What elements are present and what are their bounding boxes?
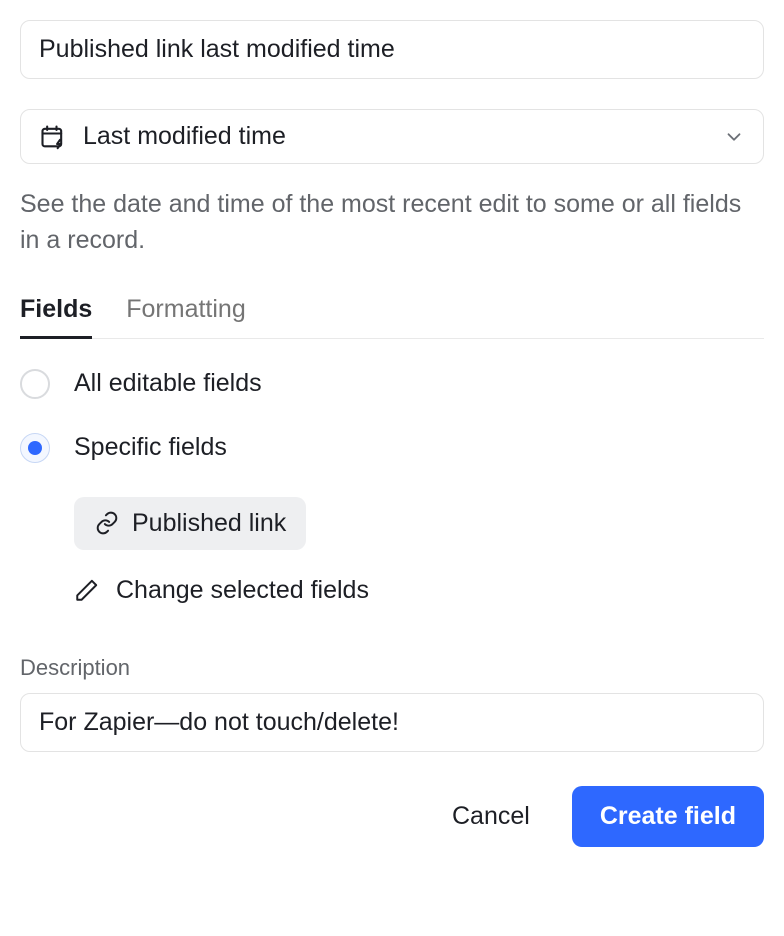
option-label: All editable fields [74, 369, 262, 398]
help-text: See the date and time of the most recent… [20, 186, 764, 259]
change-selected-fields-button[interactable]: Change selected fields [74, 576, 764, 605]
calendar-bolt-icon [39, 123, 67, 151]
field-type-select[interactable]: Last modified time [20, 109, 764, 164]
chevron-down-icon [723, 126, 745, 148]
option-specific-fields[interactable]: Specific fields [20, 433, 764, 463]
radio-icon [20, 433, 50, 463]
chip-label: Published link [132, 509, 286, 538]
selected-field-chip[interactable]: Published link [74, 497, 306, 550]
config-tabs: Fields Formatting [20, 295, 764, 339]
change-selected-fields-label: Change selected fields [116, 576, 369, 605]
link-icon [94, 510, 120, 536]
field-type-label: Last modified time [83, 122, 707, 151]
description-label: Description [20, 655, 764, 681]
fields-options: All editable fields Specific fields Publ… [20, 369, 764, 605]
option-label: Specific fields [74, 433, 227, 462]
pencil-icon [74, 577, 100, 603]
dialog-footer: Cancel Create field [20, 786, 764, 847]
cancel-button[interactable]: Cancel [448, 796, 534, 837]
option-all-editable-fields[interactable]: All editable fields [20, 369, 764, 399]
tab-fields[interactable]: Fields [20, 295, 92, 338]
radio-icon [20, 369, 50, 399]
field-config-dialog: Last modified time See the date and time… [0, 0, 784, 867]
create-field-button[interactable]: Create field [572, 786, 764, 847]
field-name-input[interactable] [20, 20, 764, 79]
tab-formatting[interactable]: Formatting [126, 295, 245, 338]
description-input[interactable] [20, 693, 764, 752]
selected-fields-area: Published link [74, 497, 764, 550]
